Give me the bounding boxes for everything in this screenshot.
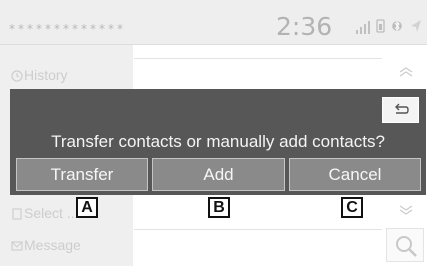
masked-title: ************* bbox=[9, 22, 126, 36]
back-arrow-icon bbox=[395, 103, 409, 114]
phone-icon bbox=[12, 208, 22, 220]
side-item-history[interactable]: History bbox=[24, 67, 68, 83]
screen: ************* 2:36 History Select ... Me… bbox=[0, 0, 427, 266]
status-bar: ************* 2:36 bbox=[0, 0, 427, 45]
clock-icon bbox=[11, 70, 23, 82]
list-divider bbox=[134, 58, 382, 59]
bluetooth-icon bbox=[392, 20, 402, 32]
confirm-dialog: Transfer contacts or manually add contac… bbox=[10, 89, 426, 195]
callout-label-b: B bbox=[208, 197, 230, 218]
list-divider bbox=[134, 229, 382, 230]
scroll-up-icon[interactable] bbox=[398, 67, 414, 77]
dialog-message: Transfer contacts or manually add contac… bbox=[51, 132, 385, 151]
side-item-select[interactable]: Select ... bbox=[24, 205, 78, 221]
cancel-button[interactable]: Cancel bbox=[289, 158, 421, 191]
callout-label-a: A bbox=[76, 197, 98, 218]
search-icon bbox=[396, 236, 417, 257]
back-button[interactable] bbox=[382, 97, 419, 123]
signal-bars-icon bbox=[356, 18, 376, 34]
phone-battery-icon bbox=[376, 19, 385, 33]
callout-label-c: C bbox=[341, 197, 363, 218]
direction-arrow-icon bbox=[411, 20, 421, 32]
scroll-down-icon[interactable] bbox=[398, 205, 414, 215]
side-item-message[interactable]: Message bbox=[24, 237, 81, 253]
envelope-icon bbox=[11, 241, 23, 251]
transfer-button[interactable]: Transfer bbox=[16, 158, 148, 191]
add-button[interactable]: Add bbox=[152, 158, 285, 191]
clock-time: 2:36 bbox=[276, 12, 333, 41]
search-button[interactable] bbox=[386, 228, 424, 262]
